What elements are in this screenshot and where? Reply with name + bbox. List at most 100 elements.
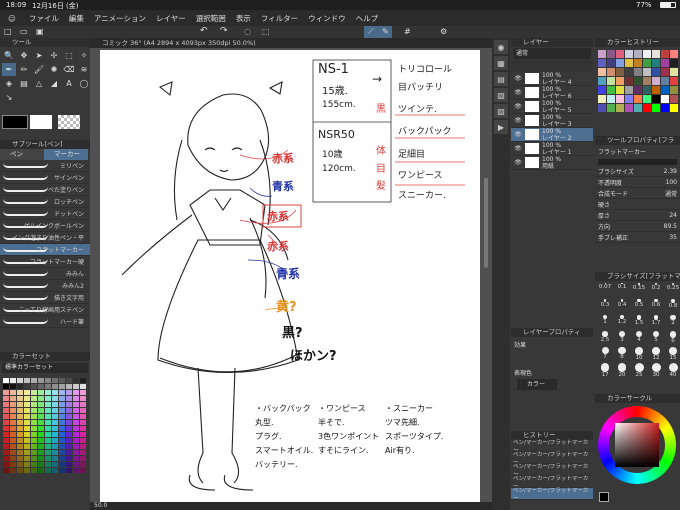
color-swatch[interactable] [52, 456, 58, 461]
color-swatch[interactable] [52, 444, 58, 449]
color-swatch[interactable] [52, 396, 58, 401]
color-swatch[interactable] [59, 414, 65, 419]
color-swatch[interactable] [24, 468, 30, 473]
color-swatch[interactable] [59, 426, 65, 431]
color-swatch[interactable] [52, 420, 58, 425]
color-swatch[interactable] [80, 378, 86, 383]
color-swatch[interactable] [17, 384, 23, 389]
color-swatch[interactable] [52, 384, 58, 389]
layer-row[interactable]: 👁 100 % レイヤー 6 [511, 86, 593, 100]
color-swatch[interactable] [59, 378, 65, 383]
brush-item[interactable]: フラットマーカー硬 [0, 256, 90, 268]
layer-row[interactable]: 👁 100 % レイヤー 1 [511, 142, 593, 156]
brush-size-option[interactable]: 0.07 [597, 283, 613, 299]
color-swatch[interactable] [24, 456, 30, 461]
tool-property-row[interactable]: 合成モード 通常 [595, 188, 680, 199]
menu-layer[interactable]: レイヤー [151, 13, 191, 24]
gradient-icon[interactable]: ▤ [17, 77, 31, 90]
color-history-swatch[interactable] [652, 68, 660, 76]
special-ruler-snap-icon[interactable]: ✎ [382, 27, 389, 36]
color-swatch[interactable] [38, 420, 44, 425]
color-swatch[interactable] [3, 396, 9, 401]
color-history-swatch[interactable] [661, 104, 669, 112]
color-swatch[interactable] [31, 444, 37, 449]
brush-item[interactable]: サインペン [0, 172, 90, 184]
subtool-tab-pen[interactable]: ペン [0, 149, 44, 160]
color-swatch[interactable] [38, 444, 44, 449]
color-history-swatch[interactable] [607, 86, 615, 94]
color-swatch[interactable] [24, 408, 30, 413]
color-swatch[interactable] [59, 420, 65, 425]
color-swatch[interactable] [66, 390, 72, 395]
brush-size-option[interactable]: 12 [648, 347, 664, 363]
color-history-swatch[interactable] [634, 59, 642, 67]
color-swatch[interactable] [38, 462, 44, 467]
color-history-swatch[interactable] [616, 50, 624, 58]
text-icon[interactable]: A [62, 77, 76, 90]
brush-item[interactable]: ミリペン [0, 160, 90, 172]
eraser-icon[interactable]: ⌫ [62, 63, 76, 76]
brush-item[interactable]: ドットペン [0, 208, 90, 220]
color-swatch[interactable] [3, 384, 9, 389]
color-swatch[interactable] [31, 450, 37, 455]
brush-size-option[interactable]: 2 [665, 315, 680, 331]
operation-icon[interactable]: ➤ [32, 49, 46, 62]
color-history-swatch[interactable] [607, 50, 615, 58]
color-swatch[interactable] [10, 468, 16, 473]
color-history-swatch[interactable] [625, 77, 633, 85]
color-history-swatch[interactable] [607, 68, 615, 76]
main-color-swatch[interactable] [2, 115, 28, 129]
brush-item[interactable]: みみん2 [0, 280, 90, 292]
canvas-scrollbar[interactable] [484, 178, 488, 268]
color-swatch[interactable] [52, 426, 58, 431]
figure-icon[interactable]: △ [32, 77, 46, 90]
layer-row[interactable]: 👁 100 % レイヤー 5 [511, 100, 593, 114]
color-swatch[interactable] [10, 432, 16, 437]
color-history-swatch[interactable] [625, 59, 633, 67]
color-swatch[interactable] [38, 414, 44, 419]
color-swatch[interactable] [73, 444, 79, 449]
color-swatch[interactable] [45, 420, 51, 425]
menu-help[interactable]: ヘルプ [351, 13, 384, 24]
brush-size-option[interactable]: 4 [631, 331, 647, 347]
tool-property-row[interactable]: 手ブレ補正 35 [595, 232, 680, 243]
color-swatch[interactable] [59, 384, 65, 389]
selection-icon[interactable]: ⬚ [62, 49, 76, 62]
color-swatch[interactable] [17, 438, 23, 443]
color-swatch[interactable] [45, 456, 51, 461]
color-swatch[interactable] [45, 402, 51, 407]
brush-item[interactable]: インク溜まり油性ペン・平 [0, 232, 90, 244]
color-swatch[interactable] [24, 396, 30, 401]
subtool-tab-marker[interactable]: マーカー [44, 149, 88, 160]
color-swatch[interactable] [52, 408, 58, 413]
color-swatch[interactable] [38, 378, 44, 383]
color-swatch[interactable] [45, 462, 51, 467]
color-swatch[interactable] [59, 456, 65, 461]
color-swatch[interactable] [31, 384, 37, 389]
color-history-swatch[interactable] [661, 95, 669, 103]
color-swatch[interactable] [80, 456, 86, 461]
menu-animation[interactable]: アニメーション [89, 13, 151, 24]
blend-mode-dropdown[interactable]: 通常 [513, 48, 591, 59]
color-history-swatch[interactable] [661, 77, 669, 85]
layer-row[interactable]: 👁 100 % レイヤー 3 [511, 114, 593, 128]
color-swatch[interactable] [38, 450, 44, 455]
color-history-swatch[interactable] [661, 50, 669, 58]
move-layer-icon[interactable]: ✢ [47, 49, 61, 62]
color-swatch[interactable] [24, 390, 30, 395]
color-swatch[interactable] [10, 384, 16, 389]
color-swatch[interactable] [80, 432, 86, 437]
color-history-swatch[interactable] [607, 95, 615, 103]
color-swatch[interactable] [73, 378, 79, 383]
color-swatch[interactable] [3, 408, 9, 413]
airbrush-icon[interactable]: ✺ [47, 63, 61, 76]
undo-icon[interactable]: ↶ [200, 26, 208, 36]
color-swatch[interactable] [66, 450, 72, 455]
color-swatch[interactable] [17, 402, 23, 407]
brush-size-option[interactable]: 0.25 [665, 283, 680, 299]
color-swatch[interactable] [10, 462, 16, 467]
color-swatch[interactable] [73, 414, 79, 419]
color-swatch[interactable] [17, 432, 23, 437]
color-swatch[interactable] [38, 408, 44, 413]
color-swatch[interactable] [17, 414, 23, 419]
